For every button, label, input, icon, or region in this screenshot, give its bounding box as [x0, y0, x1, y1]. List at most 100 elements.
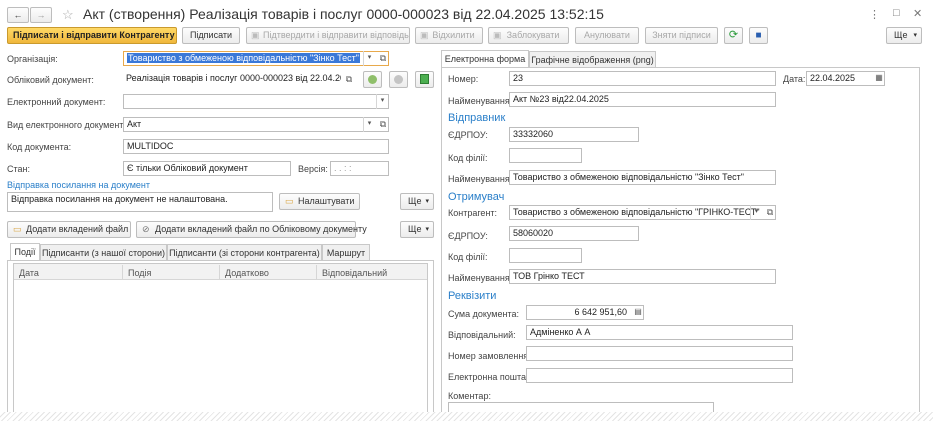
version-input[interactable]: . . : : — [330, 161, 389, 176]
recipient-section-title: Отримувач — [448, 191, 505, 203]
contractor-label: Контрагент: — [448, 208, 498, 218]
org-dropdown-icon[interactable]: ▾ — [363, 51, 375, 66]
org-input[interactable]: Товариство з обмеженою відповідальністю … — [123, 51, 389, 66]
forward-button[interactable]: → — [30, 7, 52, 23]
recipient-name-input[interactable]: ТОВ Грінко ТЕСТ — [509, 269, 776, 284]
edoc-input[interactable] — [123, 94, 389, 109]
contractor-open-icon[interactable]: ⧉ — [763, 205, 777, 220]
contractor-input[interactable]: Товариство з обмеженою відповідальністю … — [509, 205, 776, 220]
refresh-button[interactable]: ⟳ — [724, 27, 743, 44]
confirm-icon: ▣ — [251, 30, 260, 40]
edoc-kind-open-icon[interactable]: ⧉ — [376, 117, 390, 132]
sign-button[interactable]: Підписати — [182, 27, 240, 44]
name-input[interactable]: Акт №23 від22.04.2025 — [509, 92, 776, 107]
doc-code-input[interactable]: MULTIDOC — [123, 139, 389, 154]
tab-route[interactable]: Маршрут — [322, 244, 370, 261]
acct-doc-action-1[interactable] — [363, 71, 382, 88]
confirm-button[interactable]: ▣ Підтвердити і відправити відповідь — [246, 27, 410, 44]
org-label: Організація: — [7, 54, 58, 64]
sender-branch-input[interactable] — [509, 148, 582, 163]
doc-code-label: Код документа: — [7, 142, 72, 152]
lock-label: Заблокувати — [506, 30, 560, 40]
sum-input[interactable]: 6 642 951,60 — [526, 305, 644, 320]
setup-button[interactable]: ▭ Налаштувати — [279, 193, 360, 210]
grid-header-responsible[interactable]: Відповідальний — [322, 268, 387, 278]
email-label: Електронна пошта: — [448, 372, 529, 382]
grid-divider — [219, 265, 220, 279]
star-icon[interactable]: ☆ — [62, 7, 74, 23]
remove-signatures-button[interactable]: Зняти підписи — [645, 27, 718, 44]
sender-edrpou-input[interactable]: 33332060 — [509, 127, 639, 142]
email-input[interactable] — [526, 368, 793, 383]
acct-doc-label: Обліковий документ: — [7, 75, 94, 85]
number-label: Номер: — [448, 74, 479, 84]
recipient-name-label: Найменування: — [448, 273, 513, 283]
add-attachment-button[interactable]: ▭ Додати вкладений файл — [7, 221, 131, 238]
window-title: Акт (створення) Реалізація товарів і пос… — [83, 6, 604, 22]
link-more-button[interactable]: Ще ▾ — [400, 193, 434, 210]
acct-doc-action-2[interactable] — [389, 71, 408, 88]
tab-contractor-signers[interactable]: Підписанти (зі сторони контрагента) — [167, 244, 322, 261]
comment-label: Коментар: — [448, 391, 491, 401]
contractor-dropdown-icon[interactable]: ▾ — [750, 205, 762, 220]
state-label: Стан: — [7, 164, 30, 174]
tab-our-signers[interactable]: Підписанти (з нашої сторони) — [40, 244, 167, 261]
calculator-icon[interactable]: ▤ — [631, 305, 645, 320]
restore-icon[interactable]: □ — [893, 7, 900, 19]
acct-doc-action-3[interactable] — [415, 71, 434, 88]
sender-name-label: Найменування: — [448, 174, 513, 184]
order-label: Номер замовлення: — [448, 351, 531, 361]
responsible-input[interactable]: Адміненко А А — [526, 325, 793, 340]
events-grid[interactable] — [13, 263, 428, 420]
grid-header-extra[interactable]: Додатково — [225, 268, 269, 278]
add-file-icon: ▭ — [13, 224, 22, 234]
sender-branch-label: Код філії: — [448, 153, 488, 163]
reject-label: Відхилити — [432, 30, 475, 40]
chevron-down-icon: ▾ — [425, 226, 429, 233]
save-button[interactable]: ■ — [749, 27, 768, 44]
add-attachment-by-doc-button[interactable]: ⊘ Додати вкладений файл по Обліковому до… — [136, 221, 367, 238]
grid-header-event[interactable]: Подія — [128, 268, 151, 278]
grid-divider — [122, 265, 123, 279]
version-label: Версія: — [298, 164, 328, 174]
annul-button[interactable]: Анулювати — [575, 27, 639, 44]
acct-doc-open-icon[interactable]: ⧉ — [342, 72, 356, 87]
grid-divider — [316, 265, 317, 279]
tab-events[interactable]: Події — [10, 243, 40, 261]
acct-doc-input[interactable]: Реалізація товарів і послуг 0000-000023 … — [123, 72, 341, 87]
sign-and-send-button[interactable]: Підписати і відправити Контрагенту — [7, 27, 177, 44]
more-menu-icon[interactable]: ⋮ — [869, 8, 880, 21]
document-green-icon — [420, 74, 429, 84]
user-icon — [394, 75, 403, 84]
edoc-kind-input[interactable]: Акт — [123, 117, 389, 132]
chevron-down-icon: ▾ — [425, 198, 429, 205]
toolbar-more-label: Ще — [894, 30, 908, 40]
add-attachment-by-doc-label: Додати вкладений файл по Обліковому доку… — [155, 224, 367, 234]
paperclip-icon: ⊘ — [142, 224, 150, 234]
sum-label: Сума документа: — [448, 309, 519, 319]
chevron-down-icon: ▾ — [913, 32, 917, 39]
reject-button[interactable]: ▣ Відхилити — [415, 27, 483, 44]
close-icon[interactable]: ✕ — [913, 7, 922, 20]
link-more-label: Ще — [408, 196, 422, 206]
org-open-icon[interactable]: ⧉ — [376, 51, 390, 66]
toolbar-more-button[interactable]: Ще ▾ — [886, 27, 922, 44]
edoc-dropdown-icon[interactable]: ▾ — [376, 94, 388, 109]
recipient-branch-label: Код філії: — [448, 252, 488, 262]
calendar-icon[interactable]: ▦ — [872, 71, 886, 86]
recipient-branch-input[interactable] — [509, 248, 582, 263]
back-button[interactable]: ← — [7, 7, 29, 23]
number-input[interactable]: 23 — [509, 71, 776, 86]
edoc-kind-dropdown-icon[interactable]: ▾ — [363, 117, 375, 132]
grid-header-date[interactable]: Дата — [19, 268, 39, 278]
recipient-edrpou-input[interactable]: 58060020 — [509, 226, 639, 241]
tab-graphic-png[interactable]: Графічне відображення (png) — [529, 51, 656, 68]
date-label: Дата: — [783, 74, 806, 84]
order-input[interactable] — [526, 346, 793, 361]
sender-name-input[interactable]: Товариство з обмеженою відповідальністю … — [509, 170, 776, 185]
lock-icon: ▣ — [493, 30, 502, 40]
attach-more-button[interactable]: Ще ▾ — [400, 221, 434, 238]
folder-icon: ▭ — [285, 196, 294, 206]
tab-electronic-form[interactable]: Електронна форма — [441, 50, 529, 68]
lock-button[interactable]: ▣ Заблокувати — [488, 27, 569, 44]
